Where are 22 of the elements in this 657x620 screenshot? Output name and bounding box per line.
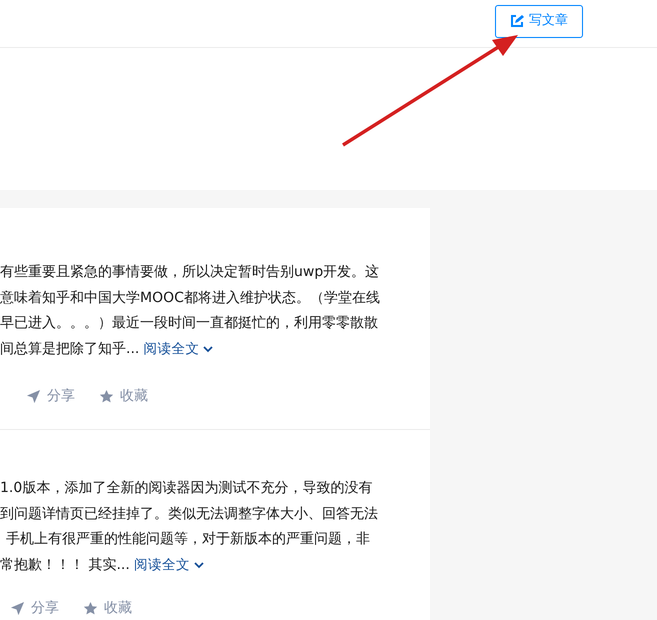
favorite-button[interactable]: 收藏 xyxy=(83,598,132,619)
write-article-button[interactable]: 写文章 xyxy=(495,4,583,38)
post-text-line: 常抱歉！！！ 其实... xyxy=(0,556,130,574)
send-icon xyxy=(26,389,41,404)
star-icon xyxy=(83,601,98,616)
read-more-link[interactable]: 阅读全文 xyxy=(134,552,204,578)
share-button[interactable]: 分享 xyxy=(10,598,59,619)
chevron-down-icon xyxy=(194,562,204,569)
post-text-line: 到问题详情页已经挂掉了。类似无法调整字体大小、回答无法 xyxy=(0,504,378,524)
chevron-down-icon xyxy=(203,346,214,353)
read-more-link[interactable]: 阅读全文 xyxy=(143,336,214,362)
post-text-line: 手机上有很严重的性能问题等，对于新版本的严重问题，非 xyxy=(5,530,370,549)
share-button[interactable]: 分享 xyxy=(26,386,75,407)
post-text-line: 间总算是把除了知乎... xyxy=(0,340,140,358)
post-text-line: 有些重要且紧急的事情要做，所以决定暂时告别uwp开发。这 xyxy=(0,263,380,282)
edit-icon xyxy=(510,14,524,28)
send-icon xyxy=(10,601,25,616)
post-text-line: 1.0版本，添加了全新的阅读器因为测试不充分，导致的没有 xyxy=(0,479,372,498)
star-icon xyxy=(99,389,114,404)
favorite-button[interactable]: 收藏 xyxy=(99,386,148,407)
post-text-line: 意味着知乎和中国大学MOOC都将进入维护状态。（学堂在线 xyxy=(0,288,380,308)
post-text-line: 早已进入。。。）最近一段时间一直都挺忙的，利用零零散散 xyxy=(0,314,378,333)
